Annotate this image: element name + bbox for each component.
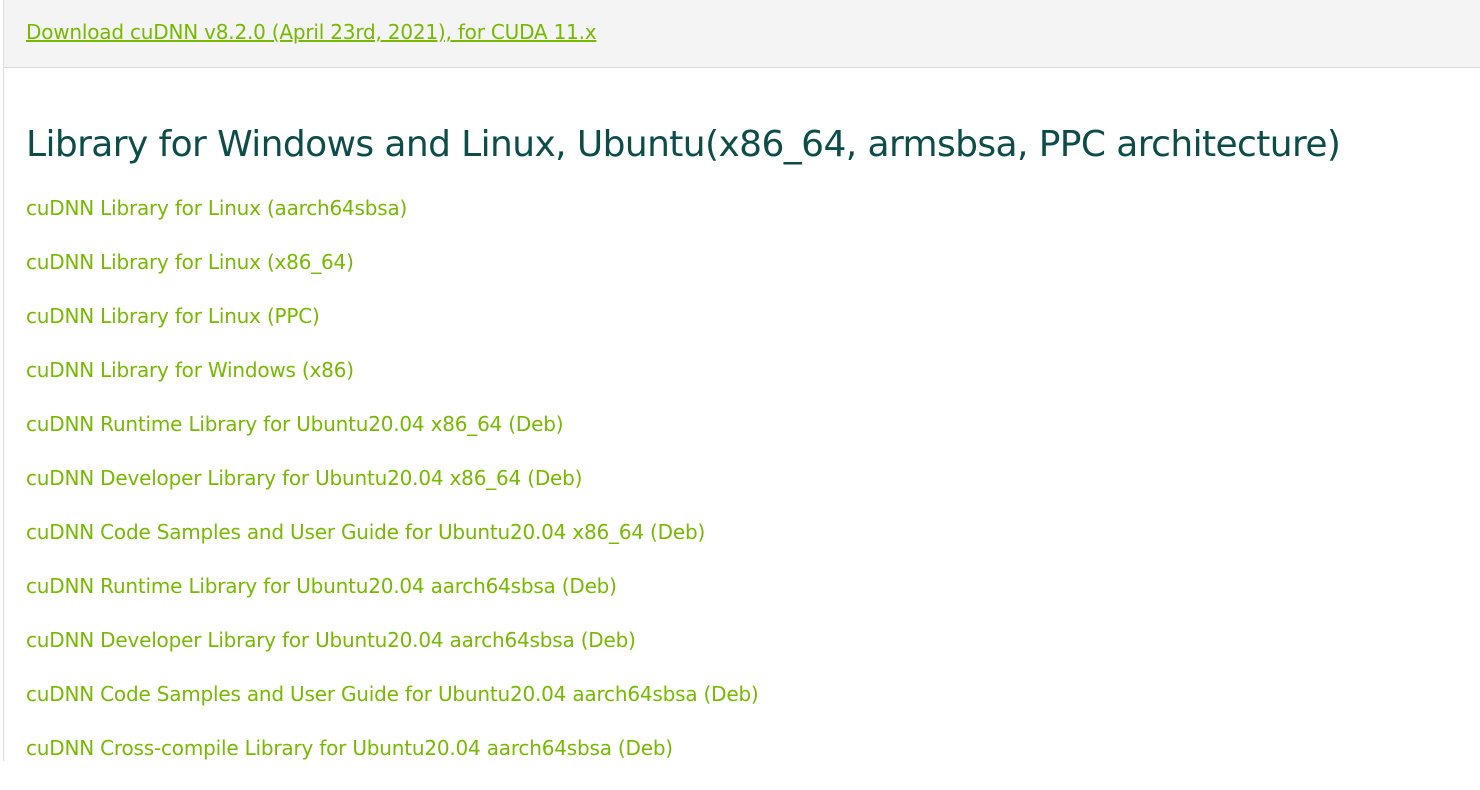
download-cudnn-link[interactable]: Download cuDNN v8.2.0 (April 23rd, 2021)…: [26, 20, 597, 44]
download-header: Download cuDNN v8.2.0 (April 23rd, 2021)…: [4, 0, 1480, 68]
link-developer-ubuntu-x86_64[interactable]: cuDNN Developer Library for Ubuntu20.04 …: [26, 466, 759, 520]
download-links-list: cuDNN Library for Linux (aarch64sbsa) cu…: [26, 196, 759, 790]
link-cudnn-linux-ppc[interactable]: cuDNN Library for Linux (PPC): [26, 304, 759, 358]
section-title: Library for Windows and Linux, Ubuntu(x8…: [26, 124, 1341, 165]
link-crosscompile-ubuntu-aarch64sbsa[interactable]: cuDNN Cross-compile Library for Ubuntu20…: [26, 736, 759, 790]
link-cudnn-linux-aarch64sbsa[interactable]: cuDNN Library for Linux (aarch64sbsa): [26, 196, 759, 250]
link-cudnn-linux-x86_64[interactable]: cuDNN Library for Linux (x86_64): [26, 250, 759, 304]
link-runtime-ubuntu-x86_64[interactable]: cuDNN Runtime Library for Ubuntu20.04 x8…: [26, 412, 759, 466]
link-samples-ubuntu-x86_64[interactable]: cuDNN Code Samples and User Guide for Ub…: [26, 520, 759, 574]
link-runtime-ubuntu-aarch64sbsa[interactable]: cuDNN Runtime Library for Ubuntu20.04 aa…: [26, 574, 759, 628]
download-panel: Download cuDNN v8.2.0 (April 23rd, 2021)…: [3, 0, 1480, 761]
link-cudnn-windows-x86[interactable]: cuDNN Library for Windows (x86): [26, 358, 759, 412]
link-samples-ubuntu-aarch64sbsa[interactable]: cuDNN Code Samples and User Guide for Ub…: [26, 682, 759, 736]
link-developer-ubuntu-aarch64sbsa[interactable]: cuDNN Developer Library for Ubuntu20.04 …: [26, 628, 759, 682]
